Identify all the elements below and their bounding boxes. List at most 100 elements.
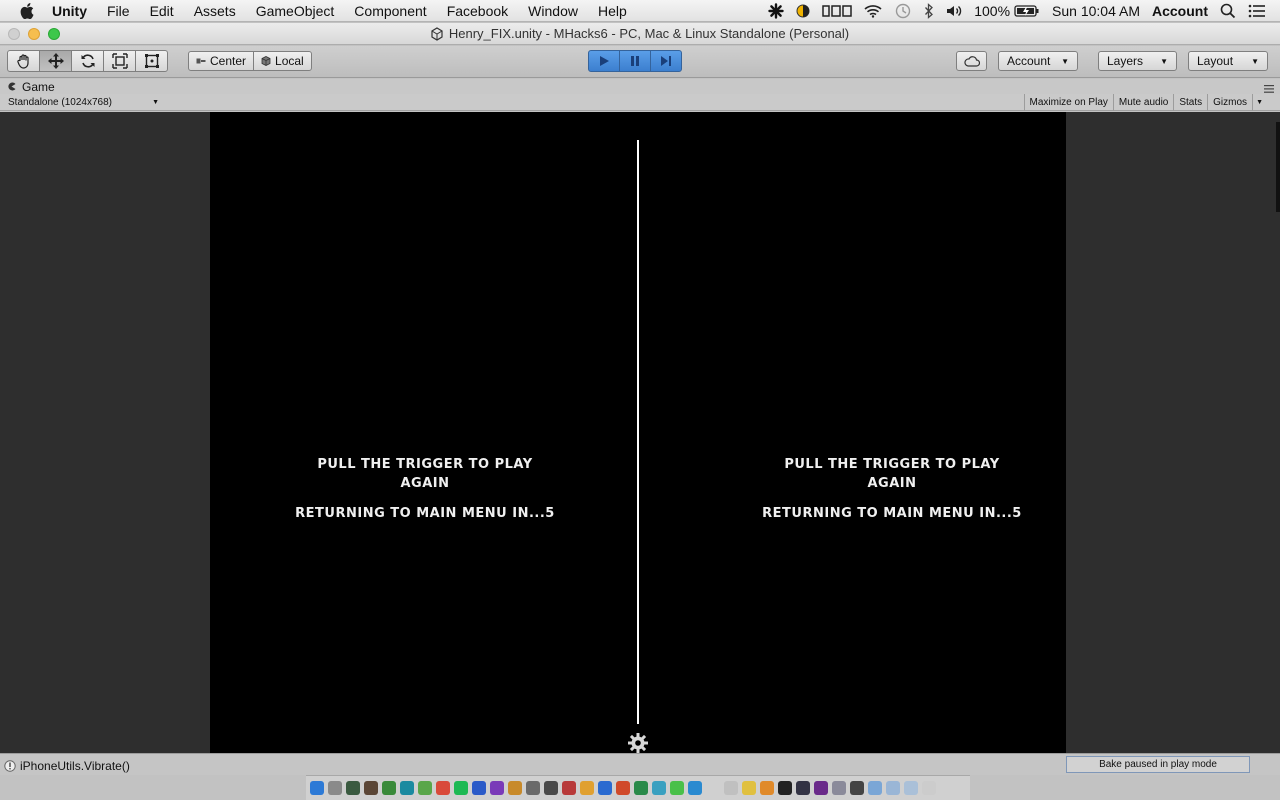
gizmos-dropdown-arrow[interactable]: ▼ [1252, 94, 1266, 111]
menu-file[interactable]: File [107, 3, 130, 19]
status-area: 100% Sun 10:04 AM Account [756, 0, 1280, 22]
rect-transform-icon [144, 54, 159, 68]
minimize-window-button[interactable] [28, 28, 40, 40]
app-icon[interactable] [490, 781, 504, 795]
app-icon[interactable] [742, 781, 756, 795]
user-account[interactable]: Account [1152, 3, 1208, 19]
volume-icon[interactable] [946, 4, 962, 18]
menu-assets[interactable]: Assets [194, 3, 236, 19]
time-machine-icon[interactable] [894, 3, 912, 19]
battery-icon[interactable] [1014, 4, 1040, 18]
bluetooth-icon[interactable] [924, 2, 934, 19]
gizmos-toggle[interactable]: Gizmos [1207, 94, 1252, 111]
pause-button[interactable] [619, 50, 651, 72]
mute-audio-toggle[interactable]: Mute audio [1112, 94, 1173, 111]
folder-icon[interactable] [886, 781, 900, 795]
resolution-dropdown[interactable]: Standalone (1024x768) ▼ [3, 94, 163, 111]
stats-toggle[interactable]: Stats [1173, 94, 1207, 111]
chevron-down-icon: ▼ [1256, 99, 1263, 106]
game-tab[interactable]: Game [0, 80, 55, 94]
spotlight-search-icon[interactable] [1220, 3, 1236, 19]
finder-icon[interactable] [310, 781, 324, 795]
app-icon[interactable] [760, 781, 774, 795]
pause-icon [631, 56, 639, 66]
zoom-window-button[interactable] [48, 28, 60, 40]
play-again-text: PULL THE TRIGGER TO PLAY AGAIN [317, 457, 533, 491]
game-render[interactable]: PULL THE TRIGGER TO PLAY AGAIN RETURNING… [210, 112, 1066, 753]
app-icon[interactable] [472, 781, 486, 795]
pivot-local-button[interactable]: Local [253, 51, 312, 71]
excel-icon[interactable] [634, 781, 648, 795]
launchpad-icon[interactable] [328, 781, 342, 795]
layout-dropdown[interactable]: Layout ▼ [1188, 51, 1268, 71]
account-dropdown[interactable]: Account ▼ [998, 51, 1078, 71]
console-last-message[interactable]: iPhoneUtils.Vibrate() [4, 759, 130, 773]
app-icon[interactable] [364, 781, 378, 795]
spotify-icon[interactable] [454, 781, 468, 795]
notification-center-icon[interactable] [1248, 4, 1266, 18]
folder-icon[interactable] [868, 781, 882, 795]
app-icon[interactable] [832, 781, 846, 795]
app-icon[interactable] [706, 781, 720, 795]
app-icon[interactable] [580, 781, 594, 795]
powerpoint-icon[interactable] [616, 781, 630, 795]
menu-unity[interactable]: Unity [52, 3, 87, 19]
step-button[interactable] [650, 50, 682, 72]
clock[interactable]: Sun 10:04 AM [1052, 3, 1140, 19]
close-window-button[interactable] [8, 28, 20, 40]
asterisk-icon[interactable] [768, 2, 784, 19]
chrome-icon[interactable] [436, 781, 450, 795]
menu-gameobject[interactable]: GameObject [256, 3, 335, 19]
word-icon[interactable] [598, 781, 612, 795]
half-circle-icon[interactable] [796, 4, 810, 18]
move-tool-button[interactable] [39, 50, 72, 72]
app-icon[interactable] [526, 781, 540, 795]
app-icon[interactable] [796, 781, 810, 795]
chevron-down-icon: ▼ [1061, 56, 1069, 66]
game-viewport[interactable]: PULL THE TRIGGER TO PLAY AGAIN RETURNING… [0, 112, 1280, 753]
pivot-toggles: Center Local [188, 51, 312, 71]
rect-tool-button[interactable] [135, 50, 168, 72]
app-icon[interactable] [508, 781, 522, 795]
app-icon[interactable] [652, 781, 666, 795]
app-icon[interactable] [400, 781, 414, 795]
app-icon[interactable] [814, 781, 828, 795]
menu-help[interactable]: Help [598, 3, 627, 19]
layers-dropdown[interactable]: Layers ▼ [1098, 51, 1177, 71]
trash-icon[interactable] [922, 781, 936, 795]
app-icon[interactable] [724, 781, 738, 795]
scale-tool-button[interactable] [103, 50, 136, 72]
gear-icon[interactable] [627, 732, 649, 754]
folder-icon[interactable] [904, 781, 918, 795]
app-icon[interactable] [544, 781, 558, 795]
vr-split-divider [637, 140, 639, 724]
app-icon[interactable] [346, 781, 360, 795]
playmode-controls [588, 50, 682, 72]
menu-window[interactable]: Window [528, 3, 578, 19]
screen-mirror-icon[interactable] [822, 4, 852, 18]
hand-tool-button[interactable] [7, 50, 40, 72]
menu-component[interactable]: Component [354, 3, 426, 19]
play-button[interactable] [588, 50, 620, 72]
menu-edit[interactable]: Edit [150, 3, 174, 19]
wifi-icon[interactable] [864, 4, 882, 18]
app-icon[interactable] [562, 781, 576, 795]
apple-icon[interactable] [20, 2, 38, 19]
chevron-down-icon: ▼ [1160, 56, 1168, 66]
menu-facebook[interactable]: Facebook [447, 3, 508, 19]
messages-icon[interactable] [670, 781, 684, 795]
terminal-icon[interactable] [778, 781, 792, 795]
app-icon[interactable] [688, 781, 702, 795]
tab-menu-icon[interactable] [1264, 82, 1274, 93]
app-icon[interactable] [382, 781, 396, 795]
unity-icon[interactable] [850, 781, 864, 795]
pacman-icon [7, 82, 16, 91]
cloud-services-button[interactable] [956, 51, 987, 71]
maximize-on-play-toggle[interactable]: Maximize on Play [1023, 94, 1113, 111]
app-icon[interactable] [418, 781, 432, 795]
pivot-center-icon [196, 57, 206, 65]
left-eye-message: PULL THE TRIGGER TO PLAY AGAIN RETURNING… [285, 455, 565, 521]
rotate-tool-button[interactable] [71, 50, 104, 72]
pivot-center-button[interactable]: Center [188, 51, 255, 71]
battery-percent: 100% [974, 2, 1011, 19]
